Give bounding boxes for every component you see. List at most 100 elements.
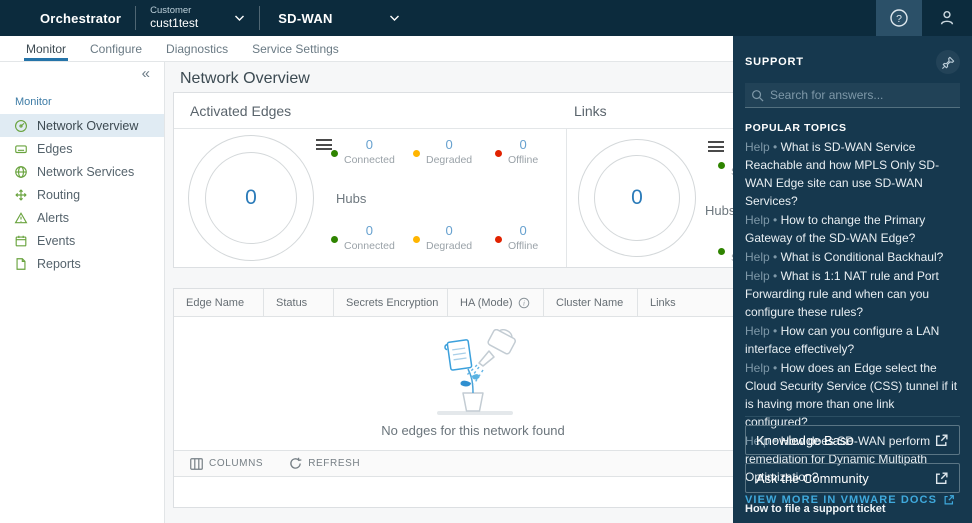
links-hub-status-legend: 0Stable bbox=[718, 235, 733, 265]
legend-item-stable: 0Stable bbox=[718, 149, 733, 179]
column-header-links[interactable]: Links bbox=[638, 289, 733, 316]
chevron-down-icon bbox=[234, 14, 245, 22]
sidebar-item-label: Edges bbox=[37, 141, 73, 156]
hubs-label: Hubs bbox=[336, 191, 367, 206]
table-empty-state: No edges for this network found bbox=[174, 317, 733, 450]
page-title: Network Overview bbox=[180, 70, 310, 87]
app-title: Orchestrator bbox=[40, 10, 122, 26]
legend-item-offline: 0 Offline bbox=[495, 223, 577, 253]
sidebar-item-label: Reports bbox=[37, 256, 81, 271]
sidebar-item-events[interactable]: Events bbox=[0, 229, 164, 252]
routing-icon bbox=[14, 188, 28, 202]
pin-icon[interactable] bbox=[936, 50, 960, 74]
customer-dropdown[interactable]: Customer cust1test bbox=[150, 4, 245, 31]
sidebar-item-label: Alerts bbox=[37, 210, 69, 225]
edges-table-panel: Edge Name Status Secrets Encryption HA (… bbox=[173, 288, 733, 508]
offline-dot bbox=[495, 150, 502, 157]
external-link-icon bbox=[934, 471, 949, 486]
chevron-down-icon bbox=[389, 14, 400, 22]
support-search[interactable] bbox=[745, 83, 960, 108]
help-icon: ? bbox=[889, 8, 909, 28]
sidebar-collapse-icon[interactable]: « bbox=[142, 66, 150, 86]
reports-icon bbox=[14, 257, 28, 271]
support-panel: SUPPORT POPULAR TOPICS Help • What is SD… bbox=[733, 36, 972, 523]
offline-dot bbox=[495, 236, 502, 243]
legend-item-degraded: 0 Degraded bbox=[413, 223, 495, 253]
knowledge-base-button[interactable]: Knowledge Base bbox=[745, 425, 960, 455]
stable-dot bbox=[718, 248, 725, 255]
legend-item-connected: 0 Connected bbox=[331, 223, 413, 253]
customer-value: cust1test bbox=[150, 15, 199, 30]
activated-edges-donut: 0 bbox=[188, 135, 314, 261]
info-icon[interactable]: i bbox=[518, 297, 530, 309]
popular-topics-label: POPULAR TOPICS bbox=[745, 122, 847, 134]
sidebar-item-network-services[interactable]: Network Services bbox=[0, 160, 164, 183]
sidebar-item-routing[interactable]: Routing bbox=[0, 183, 164, 206]
support-title: SUPPORT bbox=[745, 56, 804, 68]
product-dropdown[interactable]: SD-WAN bbox=[278, 11, 400, 26]
sidebar-item-label: Events bbox=[37, 233, 76, 248]
support-ticket-link[interactable]: How to file a support ticket bbox=[745, 501, 960, 523]
legend-item-stable: 0Stable bbox=[718, 235, 733, 265]
chart-menu-icon[interactable] bbox=[316, 139, 332, 153]
sidebar-item-edges[interactable]: Edges bbox=[0, 137, 164, 160]
search-icon bbox=[751, 89, 764, 102]
table-footer bbox=[174, 477, 733, 506]
user-menu-button[interactable] bbox=[922, 0, 972, 36]
column-header-cluster-name[interactable]: Cluster Name bbox=[544, 289, 638, 316]
svg-text:?: ? bbox=[896, 13, 902, 25]
column-header-edge-name[interactable]: Edge Name bbox=[174, 289, 264, 316]
customer-label: Customer bbox=[150, 4, 192, 16]
column-header-ha-mode[interactable]: HA (Mode) i bbox=[448, 289, 544, 316]
sidebar-section-label: Monitor bbox=[15, 96, 52, 108]
sidebar: « Monitor Network Overview Edges Network… bbox=[0, 62, 165, 523]
help-topic-link[interactable]: Help • How can you configure a LAN inter… bbox=[745, 322, 960, 358]
sidebar-item-reports[interactable]: Reports bbox=[0, 252, 164, 275]
header-divider bbox=[259, 6, 261, 30]
sidebar-item-alerts[interactable]: Alerts bbox=[0, 206, 164, 229]
legend-item-offline: 0 Offline bbox=[495, 137, 577, 167]
sidebar-item-label: Routing bbox=[37, 187, 81, 202]
help-topic-link[interactable]: Help • What is 1:1 NAT rule and Port For… bbox=[745, 267, 960, 321]
help-topic-link[interactable]: Help • What is SD-WAN Service Reachable … bbox=[745, 138, 960, 210]
degraded-dot bbox=[413, 150, 420, 157]
edges-icon bbox=[14, 142, 28, 156]
search-input[interactable] bbox=[770, 88, 954, 102]
tab-configure[interactable]: Configure bbox=[78, 36, 154, 61]
overview-charts-panel: Activated Edges Links 0 0 Connected 0 Degr… bbox=[173, 92, 733, 268]
tab-service-settings[interactable]: Service Settings bbox=[240, 36, 351, 61]
empty-state-message: No edges for this network found bbox=[381, 423, 565, 438]
refresh-button[interactable]: REFRESH bbox=[289, 457, 360, 470]
legend-item-connected: 0 Connected bbox=[331, 137, 413, 167]
dashboard-icon bbox=[14, 119, 28, 133]
product-name: SD-WAN bbox=[278, 10, 333, 26]
column-header-secrets-encryption[interactable]: Secrets Encryption bbox=[334, 289, 448, 316]
activated-edges-title: Activated Edges bbox=[190, 102, 292, 119]
column-header-status[interactable]: Status bbox=[264, 289, 334, 316]
refresh-icon bbox=[289, 457, 302, 470]
links-count: 0 bbox=[631, 186, 643, 209]
help-button[interactable]: ? bbox=[876, 0, 922, 36]
user-icon bbox=[938, 9, 956, 27]
alerts-icon bbox=[14, 211, 28, 225]
links-title: Links bbox=[574, 102, 607, 119]
external-link-icon bbox=[934, 433, 949, 448]
columns-button[interactable]: COLUMNS bbox=[190, 457, 263, 470]
header-divider bbox=[135, 6, 137, 30]
links-donut: 0 bbox=[578, 139, 696, 257]
main-tabbar: Monitor Configure Diagnostics Service Se… bbox=[0, 36, 733, 62]
activated-edges-count: 0 bbox=[245, 186, 257, 209]
tab-diagnostics[interactable]: Diagnostics bbox=[154, 36, 240, 61]
table-header-row: Edge Name Status Secrets Encryption HA (… bbox=[174, 289, 733, 317]
connected-dot bbox=[331, 150, 338, 157]
help-topic-link[interactable]: Help • How to change the Primary Gateway… bbox=[745, 211, 960, 247]
empty-state-illustration bbox=[415, 329, 531, 421]
top-header: Orchestrator Customer cust1test SD-WAN ? bbox=[0, 0, 972, 36]
tab-monitor[interactable]: Monitor bbox=[14, 36, 78, 61]
support-bottom: Knowledge Base Ask the Community How to … bbox=[745, 416, 960, 523]
help-topic-link[interactable]: Help • What is Conditional Backhaul? bbox=[745, 248, 960, 266]
svg-text:i: i bbox=[523, 299, 525, 307]
sidebar-item-network-overview[interactable]: Network Overview bbox=[0, 114, 164, 137]
hubs-label: Hubs bbox=[705, 203, 733, 218]
ask-community-button[interactable]: Ask the Community bbox=[745, 463, 960, 493]
